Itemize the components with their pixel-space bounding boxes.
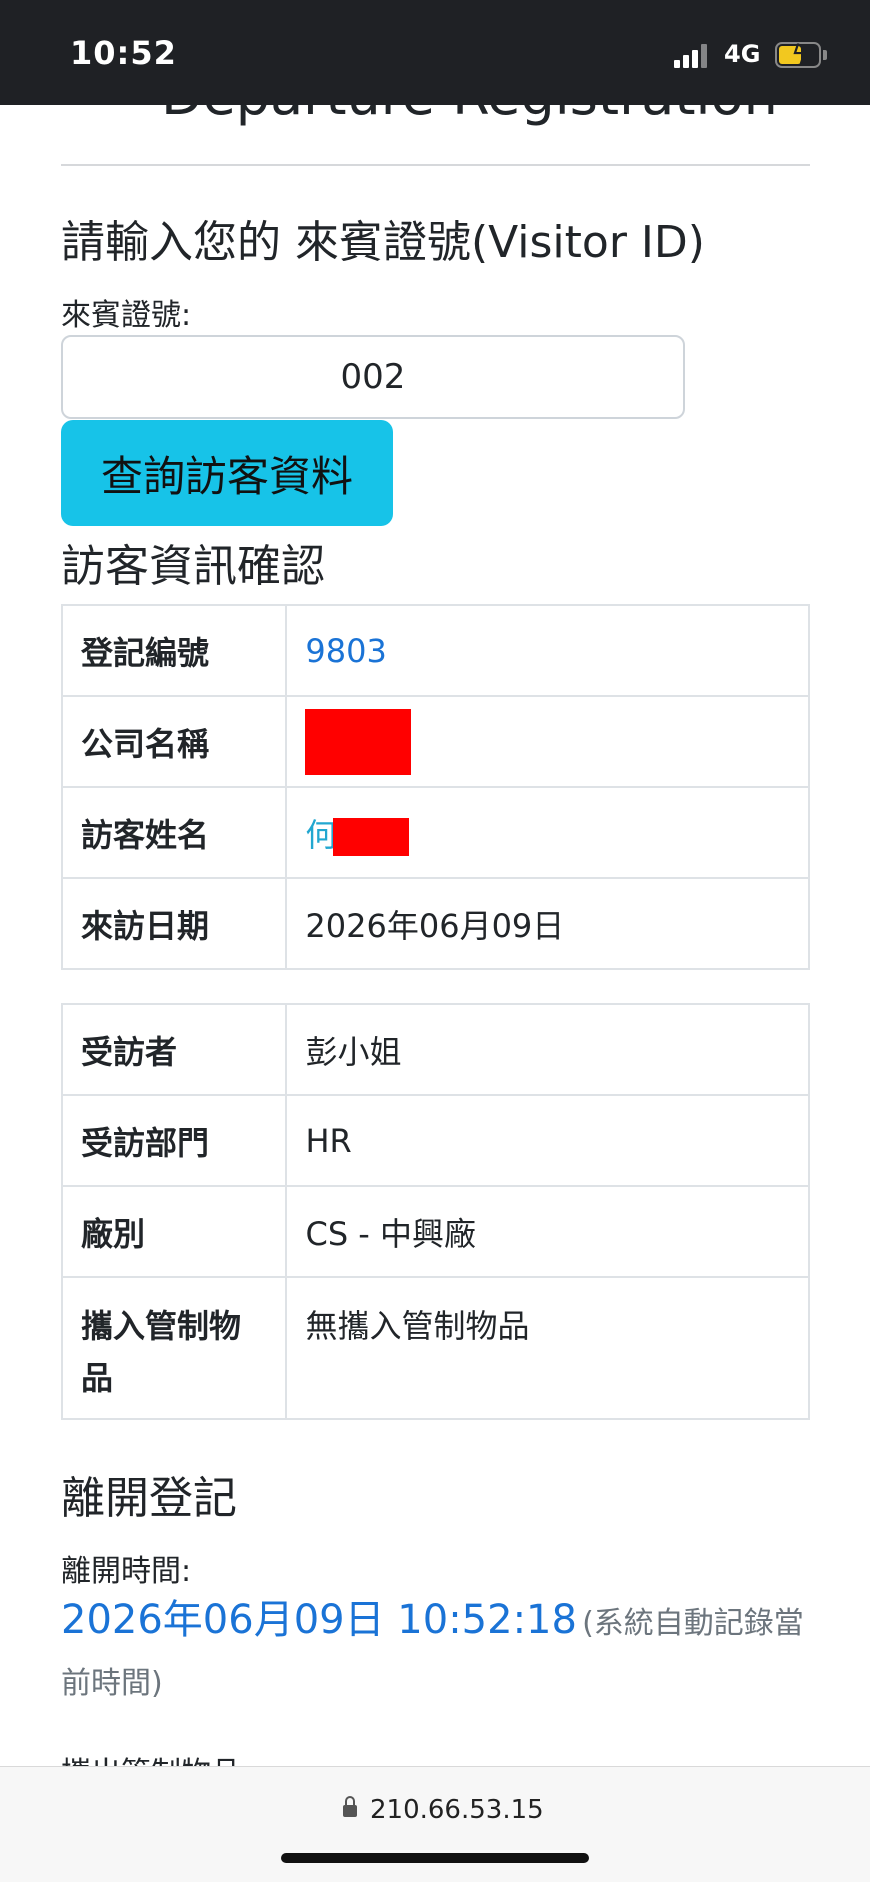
table-row: 攜入管制物品 無攜入管制物品 (60, 1276, 810, 1420)
row-key-department: 受訪部門 (60, 1094, 288, 1187)
status-time: 10:52 (70, 34, 177, 72)
table-row: 訪客姓名 何 (60, 786, 810, 879)
table-row: 登記編號 9803 (60, 604, 810, 697)
lock-icon (343, 1796, 357, 1819)
controlled-items-value: 無攜入管制物品 (285, 1276, 810, 1420)
row-key-plant: 廠別 (60, 1185, 288, 1278)
row-key-host: 受訪者 (60, 1003, 288, 1096)
table-row: 來訪日期 2026年06月09日 (60, 877, 810, 970)
departure-time-label: 離開時間: (61, 1554, 192, 1589)
battery-tip (823, 50, 827, 60)
row-key-registration-no: 登記編號 (60, 604, 288, 697)
network-type: 4G (724, 40, 761, 68)
query-visitor-button[interactable]: 查詢訪客資料 (61, 420, 393, 526)
redaction-block (333, 817, 410, 856)
cellular-signal-icon (674, 42, 712, 68)
table-row: 公司名稱 (60, 695, 810, 788)
row-key-controlled-items: 攜入管制物品 (60, 1276, 288, 1420)
table-row: 受訪者 彭小姐 (60, 1003, 810, 1096)
visitor-info-table: 登記編號 9803 公司名稱 訪客姓名 何 來訪日期 2026年06月09日 (60, 604, 810, 970)
visitor-id-label: 來賓證號: (61, 298, 192, 333)
battery-charging-icon: ϟ (775, 40, 821, 70)
plant-value: CS - 中興廠 (285, 1185, 810, 1278)
heading-divider (61, 164, 810, 166)
visitor-id-title: 請輸入您的 來賓證號(Visitor ID) (61, 217, 705, 268)
host-info-table: 受訪者 彭小姐 受訪部門 HR 廠別 CS - 中興廠 攜入管制物品 無攜入管制… (60, 1003, 810, 1420)
browser-address-bar[interactable]: 210.66.53.15 (0, 1766, 870, 1882)
departure-time-block: 2026年06月09日 10:52:18 (系統自動記錄當前時間) (61, 1592, 810, 1716)
department-value: HR (285, 1094, 810, 1187)
table-row: 受訪部門 HR (60, 1094, 810, 1187)
status-bar: 10:52 4G ϟ (0, 0, 870, 105)
departure-timestamp: 2026年06月09日 10:52:18 (61, 1597, 577, 1643)
row-key-company: 公司名稱 (60, 695, 288, 788)
host-value: 彭小姐 (285, 1003, 810, 1096)
row-key-visit-date: 來訪日期 (60, 877, 288, 970)
home-indicator[interactable] (281, 1853, 589, 1863)
visit-date-value: 2026年06月09日 (285, 877, 810, 970)
visitor-confirm-title: 訪客資訊確認 (61, 541, 325, 592)
redaction-block (305, 708, 412, 775)
row-key-visitor-name: 訪客姓名 (60, 786, 288, 879)
url-text[interactable]: 210.66.53.15 (370, 1795, 544, 1825)
visitor-id-input[interactable] (61, 335, 685, 419)
visitor-name-value[interactable]: 何 (285, 786, 810, 879)
departure-title: 離開登記 (61, 1473, 237, 1524)
registration-number-link[interactable]: 9803 (285, 604, 810, 697)
company-name-value (285, 695, 810, 788)
table-row: 廠別 CS - 中興廠 (60, 1185, 810, 1278)
